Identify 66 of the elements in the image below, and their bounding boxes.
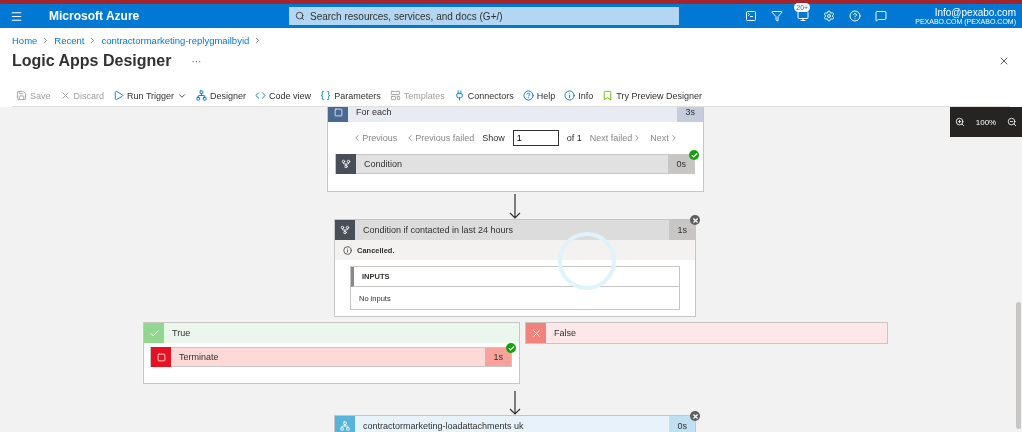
duration: 0s	[668, 155, 694, 173]
feedback-icon[interactable]	[875, 10, 888, 22]
help-icon[interactable]	[849, 10, 862, 22]
toolbar-button[interactable]: Code view	[255, 90, 312, 101]
toolbar-button[interactable]: Help	[522, 90, 556, 101]
plug-icon	[453, 90, 465, 101]
condition-icon	[336, 154, 356, 174]
of-label: of 1	[566, 133, 582, 143]
breadcrumb-link[interactable]: Recent	[54, 35, 85, 46]
toolbar-button[interactable]: Run Trigger	[113, 90, 188, 101]
search-field[interactable]: Search resources, services, and docs (G+/)	[289, 7, 679, 25]
toolbar-button[interactable]: Parameters	[320, 90, 381, 101]
toolbar-button[interactable]: Connectors	[453, 90, 514, 101]
search-icon	[295, 11, 305, 21]
code-icon	[255, 90, 267, 101]
action-title: For each	[355, 107, 393, 117]
account-email[interactable]: Info@pexabo.com	[934, 7, 1016, 18]
brand-name[interactable]: Microsoft Azure	[49, 9, 279, 23]
action-title: Terminate	[178, 352, 220, 362]
breadcrumb-link[interactable]: Home	[12, 35, 38, 46]
more-options[interactable]: ···	[191, 55, 202, 67]
zoom-level: 100%	[975, 117, 997, 127]
duration: 3s	[677, 107, 703, 122]
help-icon	[522, 90, 534, 101]
template-icon	[389, 90, 401, 101]
cross-icon	[526, 323, 546, 343]
connector-arrow	[509, 391, 521, 415]
action-title: Condition	[363, 159, 404, 169]
info-icon	[564, 90, 576, 101]
action-title: Condition if contacted in last 24 hours	[362, 225, 515, 235]
next-failed-link[interactable]: Next failed	[589, 133, 643, 143]
menu-icon[interactable]	[10, 9, 23, 23]
branch-label: True	[171, 328, 192, 338]
page-title: Logic Apps Designer	[12, 52, 172, 70]
action-title: contractormarketing-loadattachments uk	[362, 421, 525, 431]
scrollbar[interactable]	[1016, 302, 1021, 429]
iteration-input[interactable]: 1	[512, 130, 559, 146]
previous-link[interactable]: Previous	[352, 133, 398, 143]
monitor-icon[interactable]	[797, 10, 810, 22]
terminal-icon[interactable]	[745, 10, 758, 22]
bookmark-icon	[602, 90, 614, 101]
filter-icon[interactable]	[771, 10, 784, 22]
branch-label: False	[553, 328, 577, 338]
breadcrumb-link[interactable]: contractormarketing-replygmailbyid	[101, 35, 250, 46]
close-button[interactable]	[998, 55, 1010, 67]
settings-icon[interactable]	[823, 10, 836, 22]
close-icon	[59, 90, 71, 101]
braces-icon	[320, 90, 332, 101]
toolbar-button[interactable]: Designer	[196, 90, 247, 101]
duration: 0s	[669, 416, 695, 432]
save-icon	[16, 90, 27, 101]
next-link[interactable]: Next	[650, 133, 679, 143]
zoom-out-button[interactable]	[1006, 117, 1017, 127]
toolbar-button[interactable]: Try Preview Designer	[602, 90, 702, 101]
connector-arrow	[509, 194, 521, 219]
show-label: Show	[482, 133, 505, 143]
terminate-icon	[151, 347, 171, 367]
zoom-in-button[interactable]	[955, 117, 966, 127]
network-icon	[196, 90, 208, 101]
previous-failed-link[interactable]: Previous failed	[405, 133, 475, 143]
duration: 1s	[485, 348, 511, 366]
info-icon	[343, 245, 352, 255]
toolbar-button[interactable]: Info	[564, 90, 594, 101]
play-icon	[113, 90, 125, 101]
loading-ring-icon	[555, 229, 619, 293]
duration: 1s	[669, 220, 695, 240]
